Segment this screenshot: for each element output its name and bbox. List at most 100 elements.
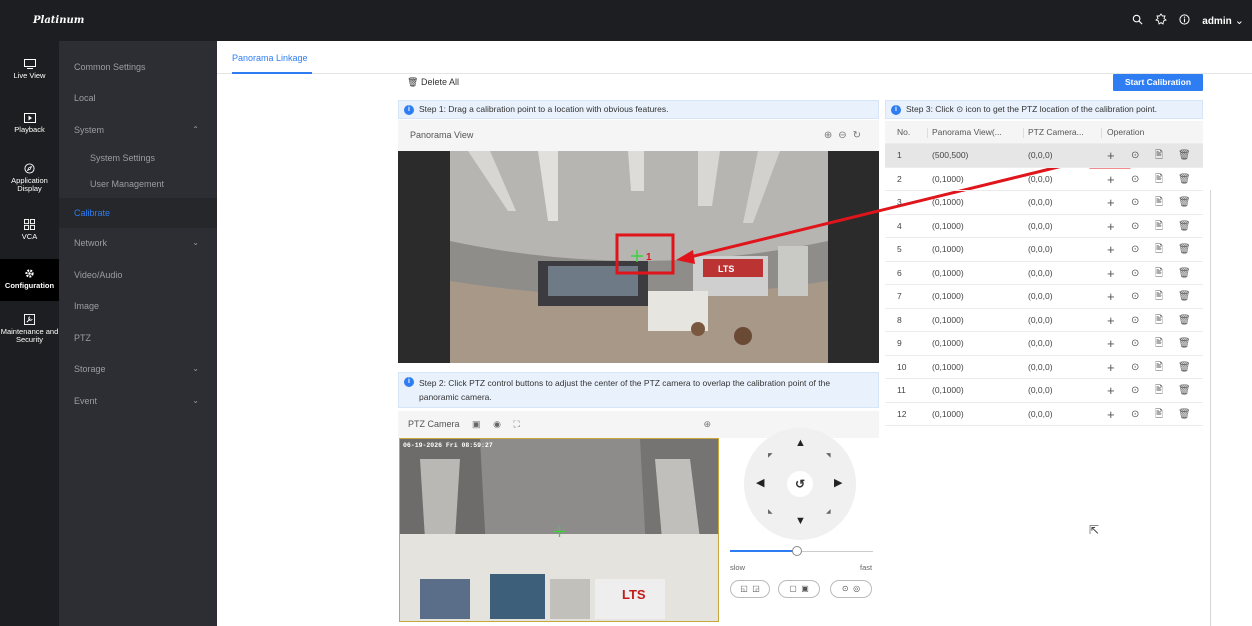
row-number: 12 [897,408,907,419]
pan-down-button[interactable]: ▼ [795,515,806,527]
zoom-out-icon[interactable]: ◱ [740,584,748,593]
pan-down-right-button[interactable]: ◢ [826,508,831,515]
add-point-icon[interactable]: + [1107,403,1115,426]
table-row[interactable]: 9 (0,1000) (0,0,0) + ⊙ 🖹︎ 🗑︎ [885,332,1203,356]
pan-up-button[interactable]: ▲ [795,437,806,449]
speed-slider-handle[interactable] [792,546,803,556]
trash-icon[interactable]: 🗑︎ [1178,309,1191,332]
row-number: 6 [897,267,902,278]
trash-icon[interactable]: 🗑︎ [1178,285,1191,308]
trash-icon[interactable]: 🗑︎ [1178,191,1191,214]
edit-icon[interactable]: 🖹︎ [1155,403,1163,426]
table-row[interactable]: 4 (0,1000) (0,0,0) + ⊙ 🖹︎ 🗑︎ [885,215,1203,238]
locate-icon[interactable]: ⊙ [1131,356,1139,379]
add-point-icon[interactable]: + [1107,356,1115,379]
focus-far-icon[interactable]: ▣ [801,584,809,593]
record-icon[interactable]: ◉ [493,419,501,429]
zoom-in-icon[interactable]: ◲ [752,584,760,593]
locate-icon[interactable]: ⊙ [1131,168,1139,191]
ptz-camera-image[interactable]: LTS 06-19-2026 Fri 08:59:27 [399,438,719,622]
calibration-point-index: 1 [646,252,652,263]
edit-icon[interactable]: 🖹︎ [1155,168,1163,191]
add-point-icon[interactable]: + [1107,144,1115,167]
add-point-icon[interactable]: + [1107,332,1115,355]
edit-icon[interactable]: 🖹︎ [1155,356,1163,379]
edit-icon[interactable]: 🖹︎ [1155,285,1163,308]
trash-icon[interactable]: 🗑︎ [1178,215,1191,238]
locate-icon[interactable]: ⊙ [1131,285,1139,308]
trash-icon[interactable]: 🗑︎ [1178,144,1191,167]
locate-icon[interactable]: ⊙ [1131,403,1139,426]
panorama-coordinate: (0,1000) [932,385,964,395]
edit-icon[interactable]: 🖹︎ [1155,332,1163,355]
iris-close-icon[interactable]: ⊙ [842,584,849,593]
add-point-icon[interactable]: + [1107,285,1115,308]
ptz-timestamp: 06-19-2026 Fri 08:59:27 [403,442,493,449]
locate-icon[interactable]: ⊙ [1131,332,1139,355]
table-row[interactable]: 2 (0,1000) (0,0,0) + ⊙ 🖹︎ 🗑︎ [885,168,1203,191]
edit-icon[interactable]: 🖹︎ [1155,309,1163,332]
table-row[interactable]: 7 (0,1000) (0,0,0) + ⊙ 🖹︎ 🗑︎ [885,285,1203,309]
ptz-coordinate: (0,0,0) [1028,220,1053,231]
header-panorama: Panorama View(... [932,127,1002,137]
panorama-coordinate: (0,1000) [932,244,964,254]
step2-text: Step 2: Click PTZ control buttons to adj… [419,378,831,402]
pan-down-left-button[interactable]: ◣ [768,508,773,515]
trash-icon[interactable]: 🗑︎ [1178,262,1191,285]
ptz-direction-ring: ▲ ▼ ◀ ▶ ◤ ◥ ◣ ◢ ↺ [744,428,856,540]
locate-icon[interactable]: ⊙ [1131,215,1139,238]
table-row[interactable]: 1 (500,500) (0,0,0) + ⊙ 🖹︎ 🗑︎ [885,144,1203,168]
panorama-coordinate: (0,1000) [932,173,964,184]
ptz-coordinate: (0,0,0) [1028,244,1053,254]
trash-icon[interactable]: 🗑︎ [1178,332,1191,355]
add-point-icon[interactable]: + [1107,215,1115,238]
table-row[interactable]: 6 (0,1000) (0,0,0) + ⊙ 🖹︎ 🗑︎ [885,262,1203,285]
locate-icon[interactable]: ⊙ [1131,238,1139,261]
iris-open-icon[interactable]: ◎ [853,584,860,593]
table-row[interactable]: 8 (0,1000) (0,0,0) + ⊙ 🖹︎ 🗑︎ [885,309,1203,332]
add-point-icon[interactable]: + [1107,238,1115,261]
table-row[interactable]: 12 (0,1000) (0,0,0) + ⊙ 🖹︎ 🗑︎ [885,403,1203,426]
column-divider [927,128,928,138]
add-point-icon[interactable]: + [1107,309,1115,332]
header-operation: Operation [1107,127,1145,137]
auto-scan-button[interactable]: ↺ [787,471,813,497]
row-number: 5 [897,244,902,254]
edit-icon[interactable]: 🖹︎ [1155,215,1163,238]
trash-icon[interactable]: 🗑︎ [1178,356,1191,379]
pan-right-button[interactable]: ▶ [834,476,842,489]
edit-icon[interactable]: 🖹︎ [1155,262,1163,285]
add-point-icon[interactable]: + [1107,168,1115,191]
trash-icon[interactable]: 🗑︎ [1178,403,1191,426]
snapshot-icon[interactable]: ▣ [472,419,481,429]
locate-icon[interactable]: ⊙ [1131,379,1139,402]
ptz-control-panel: ▲ ▼ ◀ ▶ ◤ ◥ ◣ ◢ ↺ slow fast ◱ ◲ ▢ ▣ ⊙ ◎ [720,428,879,622]
trash-icon[interactable]: 🗑︎ [1178,379,1191,402]
locate-icon[interactable]: ⊙ [1131,309,1139,332]
edit-icon[interactable]: 🖹︎ [1155,238,1163,261]
locate-icon[interactable]: ⊙ [1131,262,1139,285]
table-row[interactable]: 5 (0,1000) (0,0,0) + ⊙ 🖹︎ 🗑︎ [885,238,1203,262]
zoom-in-icon[interactable]: ⊕ [703,411,711,438]
table-row[interactable]: 3 (0,1000) (0,0,0) + ⊙ 🖹︎ 🗑︎ [885,191,1203,215]
trash-icon[interactable]: 🗑︎ [1178,238,1191,261]
edit-icon[interactable]: 🖹︎ [1155,191,1163,214]
edit-icon[interactable]: 🖹︎ [1155,144,1163,167]
edit-icon[interactable]: 🖹︎ [1155,379,1163,402]
locate-icon[interactable]: ⊙ [1131,191,1139,214]
add-point-icon[interactable]: + [1107,262,1115,285]
pan-up-right-button[interactable]: ◥ [826,452,831,459]
scrollbar[interactable] [1210,190,1211,626]
add-point-icon[interactable]: + [1107,191,1115,214]
trash-icon[interactable]: 🗑︎ [1178,168,1191,191]
table-row[interactable]: 11 (0,1000) (0,0,0) + ⊙ 🖹︎ 🗑︎ [885,379,1203,403]
panorama-coordinate: (0,1000) [932,220,964,231]
table-row[interactable]: 10 (0,1000) (0,0,0) + ⊙ 🖹︎ 🗑︎ [885,356,1203,379]
add-point-icon[interactable]: + [1107,379,1115,402]
panorama-coordinate: (0,1000) [932,361,964,372]
pan-up-left-button[interactable]: ◤ [768,452,773,459]
fullscreen-icon[interactable]: ⛶ [513,419,519,429]
focus-near-icon[interactable]: ▢ [789,584,797,593]
pan-left-button[interactable]: ◀ [756,476,764,489]
locate-icon[interactable]: ⊙ [1131,144,1139,167]
